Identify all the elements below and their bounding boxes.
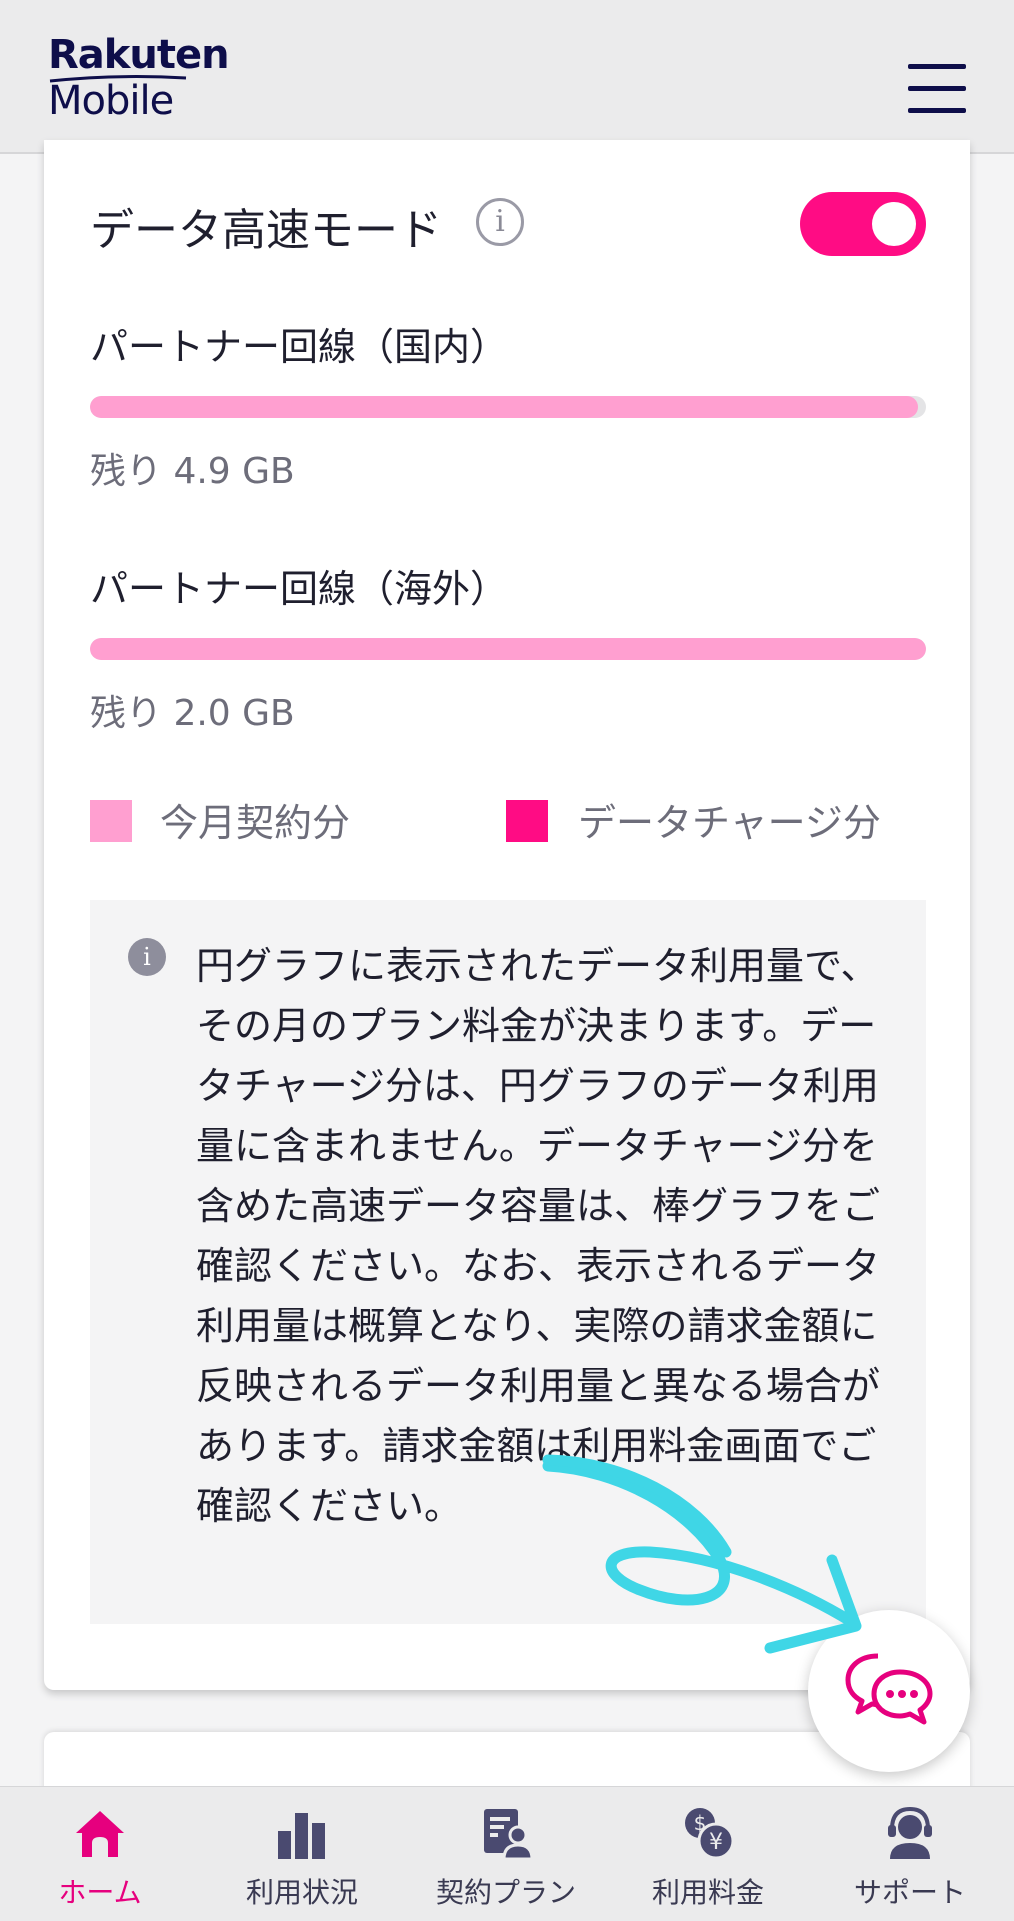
chat-bubbles-icon xyxy=(845,1653,933,1725)
data-mode-toggle[interactable] xyxy=(800,192,926,256)
legend-label-contract: 今月契約分 xyxy=(160,801,351,845)
info-icon[interactable]: i xyxy=(476,198,524,246)
hamburger-menu-icon[interactable] xyxy=(908,64,972,116)
toggle-knob xyxy=(872,202,916,246)
nav-item-usage[interactable]: 利用状況 xyxy=(202,1787,402,1921)
data-usage-card: データ高速モード i パートナー回線（国内） 残り 4.9 GB パートナー回線… xyxy=(44,140,970,1690)
nav-label: 利用状況 xyxy=(245,1876,358,1909)
bar-chart-icon xyxy=(278,1813,325,1859)
usage-bar-fill xyxy=(90,638,926,660)
nav-item-fees[interactable]: $ ¥ 利用料金 xyxy=(608,1787,808,1921)
line-title-overseas: パートナー回線（海外） xyxy=(90,567,509,611)
contract-icon xyxy=(484,1809,534,1861)
rakuten-mobile-logo[interactable]: Rakuten Mobile xyxy=(48,32,230,124)
nav-label: ホーム xyxy=(58,1876,142,1909)
legend-label-charge: データチャージ分 xyxy=(578,801,881,845)
usage-note-text: 円グラフに表示されたデータ利用量で、その月のプラン料金が決まります。データチャー… xyxy=(196,944,881,1528)
svg-text:¥: ¥ xyxy=(709,1830,723,1855)
usage-bar-overseas xyxy=(90,638,926,660)
data-mode-title: データ高速モード xyxy=(90,205,442,256)
yen-coins-icon: $ ¥ xyxy=(685,1808,735,1860)
chat-button[interactable] xyxy=(808,1610,970,1772)
usage-note-box: i 円グラフに表示されたデータ利用量で、その月のプラン料金が決まります。データチ… xyxy=(90,900,926,1624)
nav-item-support[interactable]: サポート xyxy=(810,1787,1010,1921)
nav-label: 利用料金 xyxy=(651,1876,764,1909)
legend-swatch-charge xyxy=(506,800,548,842)
app-header: Rakuten Mobile xyxy=(0,0,1014,154)
nav-label: サポート xyxy=(853,1876,966,1909)
support-headset-icon xyxy=(888,1806,932,1859)
usage-bar-fill xyxy=(90,396,918,418)
line-title-domestic: パートナー回線（国内） xyxy=(90,325,509,369)
info-icon: i xyxy=(128,938,166,976)
nav-item-plan[interactable]: 契約プラン xyxy=(406,1787,606,1921)
nav-label: 契約プラン xyxy=(435,1876,576,1909)
bottom-nav: ホーム 利用状況 契約プラン $ ¥ 利用料金 サポート xyxy=(0,1786,1014,1921)
legend-swatch-contract xyxy=(90,800,132,842)
home-icon xyxy=(76,1811,124,1857)
logo-product-text: Mobile xyxy=(48,78,174,124)
remaining-overseas: 残り 2.0 GB xyxy=(90,693,295,734)
remaining-domestic: 残り 4.9 GB xyxy=(90,451,295,492)
usage-bar-domestic xyxy=(90,396,926,418)
nav-item-home[interactable]: ホーム xyxy=(0,1787,200,1921)
